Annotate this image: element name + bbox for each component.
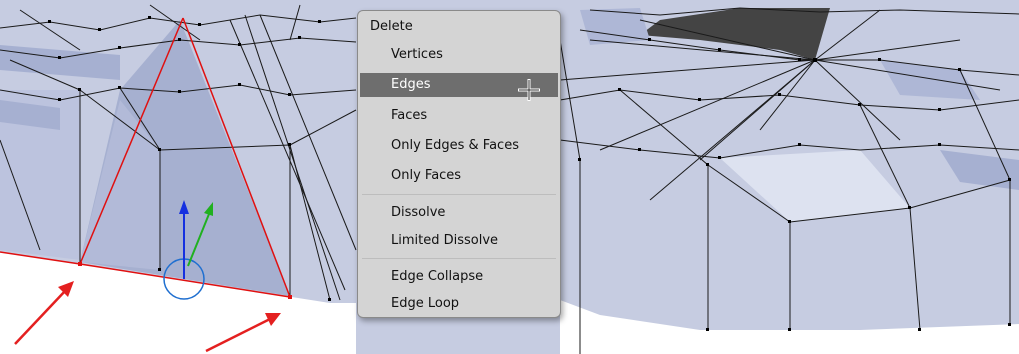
blender-3d-viewport[interactable]: Delete Vertices Edges Faces Only Edges &… — [0, 0, 1019, 354]
crosshair-cursor-icon — [518, 79, 540, 101]
menu-item-vertices[interactable]: Vertices — [360, 43, 558, 67]
menu-item-limited-dissolve[interactable]: Limited Dissolve — [360, 229, 558, 253]
delete-context-menu: Delete Vertices Edges Faces Only Edges &… — [357, 10, 561, 318]
menu-item-faces[interactable]: Faces — [360, 104, 558, 128]
menu-item-edge-loop[interactable]: Edge Loop — [360, 292, 558, 316]
menu-item-edge-collapse[interactable]: Edge Collapse — [360, 265, 558, 289]
menu-item-only-faces[interactable]: Only Faces — [360, 164, 558, 188]
menu-separator — [362, 194, 556, 195]
menu-item-only-edges-faces[interactable]: Only Edges & Faces — [360, 134, 558, 158]
menu-item-dissolve[interactable]: Dissolve — [360, 201, 558, 225]
menu-separator — [362, 258, 556, 259]
menu-title: Delete — [370, 19, 413, 34]
